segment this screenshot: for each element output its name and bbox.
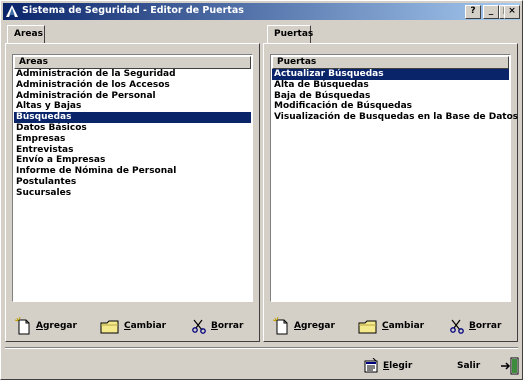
list-item[interactable]: Baja de Búsquedas [272, 91, 509, 102]
editor-window: Sistema de Seguridad - Editor de Puertas… [0, 0, 523, 380]
list-item[interactable]: Entrevistas [14, 145, 251, 156]
puertas-add-label: Agregar [294, 321, 335, 331]
areas-change-label: Cambiar [124, 321, 167, 331]
tab-puertas[interactable]: Puertas [267, 25, 314, 44]
new-document-icon [14, 317, 30, 335]
title-bar[interactable]: Sistema de Seguridad - Editor de Puertas… [3, 3, 520, 20]
folder-icon [358, 320, 377, 334]
list-item[interactable]: Postulantes [14, 177, 251, 188]
areas-delete-button[interactable]: Borrar [191, 315, 243, 337]
puertas-panel: Puertas Actualizar Búsquedas Alta de Búsq… [263, 43, 518, 342]
list-item[interactable]: Modificación de Búsquedas [272, 101, 509, 112]
list-item[interactable]: Envío a Empresas [14, 155, 251, 166]
list-item[interactable]: Actualizar Búsquedas [272, 69, 509, 80]
close-button[interactable]: × [504, 5, 520, 19]
window-title: Sistema de Seguridad - Editor de Puertas [22, 5, 244, 16]
puertas-change-button[interactable]: Cambiar [358, 315, 424, 337]
puertas-delete-label: Borrar [469, 321, 502, 331]
list-item[interactable]: Visualización de Busquedas en la Base de… [272, 112, 518, 123]
folder-icon [100, 320, 119, 334]
exit-button[interactable]: Salir [457, 355, 520, 377]
tab-puertas-label: Puertas [274, 29, 314, 39]
list-item[interactable]: Empresas [14, 134, 251, 145]
puertas-change-label: Cambiar [382, 321, 425, 331]
tab-areas-label: Areas [14, 29, 43, 39]
areas-panel: Areas Administración de la Seguridad Admi… [5, 43, 260, 342]
list-item[interactable]: Altas y Bajas [14, 101, 251, 112]
puertas-add-button[interactable]: Agregar [272, 315, 335, 337]
list-item[interactable]: Búsquedas [14, 112, 251, 123]
areas-change-button[interactable]: Cambiar [100, 315, 166, 337]
list-item[interactable]: Datos Básicos [14, 123, 251, 134]
tab-areas[interactable]: Areas [7, 25, 45, 44]
puertas-list[interactable]: Puertas Actualizar Búsquedas Alta de Búsq… [270, 54, 518, 302]
list-item[interactable]: Administración de los Accesos [14, 80, 251, 91]
app-icon [6, 5, 18, 17]
list-item[interactable]: Informe de Nómina de Personal [14, 166, 251, 177]
footer-separator [5, 347, 518, 349]
help-button[interactable]: ? [465, 5, 481, 19]
areas-delete-label: Borrar [211, 321, 244, 331]
list-item[interactable]: Alta de Búsquedas [272, 80, 509, 91]
list-item[interactable]: Administración de Personal [14, 91, 251, 102]
puertas-delete-button[interactable]: Borrar [449, 315, 501, 337]
scissors-icon [450, 319, 464, 334]
scissors-icon [192, 319, 206, 334]
choose-label: Elegir [383, 361, 413, 371]
puertas-column-header[interactable]: Puertas [272, 56, 509, 69]
exit-label: Salir [457, 361, 481, 371]
areas-items: Administración de la Seguridad Administra… [14, 69, 251, 199]
new-document-icon [272, 317, 288, 335]
choose-button[interactable]: Elegir [363, 355, 412, 377]
puertas-items: Actualizar Búsquedas Alta de Búsquedas Baj… [272, 69, 518, 123]
list-item[interactable]: Sucursales [14, 188, 251, 199]
areas-column-header[interactable]: Areas [14, 56, 251, 69]
areas-list[interactable]: Areas Administración de la Seguridad Admi… [12, 54, 253, 302]
minimize-button[interactable]: _ [483, 5, 499, 19]
areas-add-label: Agregar [36, 321, 77, 331]
list-item[interactable]: Administración de la Seguridad [14, 69, 251, 80]
select-list-icon [364, 358, 378, 373]
exit-door-icon [501, 357, 519, 375]
areas-add-button[interactable]: Agregar [14, 315, 77, 337]
